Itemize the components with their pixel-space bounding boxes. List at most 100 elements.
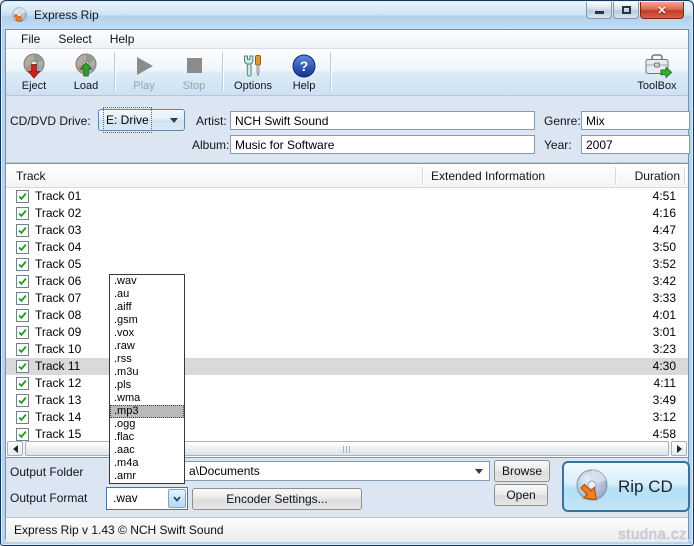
menu-help[interactable]: Help <box>101 31 144 47</box>
format-option[interactable]: .amr <box>110 470 184 483</box>
year-field[interactable] <box>581 135 690 154</box>
format-option[interactable]: .wav <box>110 275 184 288</box>
format-option[interactable]: .pls <box>110 379 184 392</box>
eject-button[interactable]: Eject <box>10 51 58 94</box>
track-checkbox[interactable] <box>16 224 29 237</box>
track-duration: 3:49 <box>652 393 676 407</box>
app-window: Express Rip ✕ File Select Help Eject Loa… <box>0 0 694 546</box>
disc-info-panel: CD/DVD Drive: E: Drive Artist: Album: Ge… <box>6 96 690 163</box>
column-divider[interactable] <box>684 167 685 185</box>
toolbar-separator <box>330 52 331 91</box>
format-option[interactable]: .ogg <box>110 418 184 431</box>
menu-file[interactable]: File <box>12 31 49 47</box>
track-checkbox[interactable] <box>16 360 29 373</box>
format-dropdown-list[interactable]: .wav .au .aiff .gsm .vox .raw .rss .m3u .pls .wma… <box>109 274 185 484</box>
track-label: Track 03 <box>35 223 82 237</box>
encoder-settings-label: Encoder Settings... <box>226 492 328 506</box>
load-label: Load <box>73 80 99 92</box>
track-checkbox[interactable] <box>16 377 29 390</box>
scrollbar-grip <box>343 446 352 453</box>
output-format-combobox[interactable]: .wav <box>106 487 188 510</box>
help-button[interactable]: ? Help <box>282 51 326 94</box>
format-option[interactable]: .m3u <box>110 366 184 379</box>
eject-label: Eject <box>21 80 47 92</box>
chevron-down-icon <box>475 469 483 474</box>
format-option[interactable]: .rss <box>110 353 184 366</box>
format-option[interactable]: .aiff <box>110 301 184 314</box>
load-button[interactable]: Load <box>62 51 110 94</box>
format-option[interactable]: .aac <box>110 444 184 457</box>
table-row[interactable]: Track 01 4:51 <box>6 188 688 205</box>
album-label: Album: <box>192 138 230 152</box>
window-title: Express Rip <box>34 8 99 22</box>
scroll-right-button[interactable] <box>671 441 687 456</box>
track-checkbox[interactable] <box>16 428 29 441</box>
browse-button[interactable]: Browse <box>494 460 550 482</box>
rip-cd-button[interactable]: Rip CD <box>562 461 690 512</box>
column-extended-info[interactable]: Extended Information <box>431 164 545 188</box>
track-label: Track 12 <box>35 376 82 390</box>
track-label: Track 04 <box>35 240 82 254</box>
artist-label: Artist: <box>196 114 227 128</box>
format-dropdown-button[interactable] <box>168 489 186 508</box>
artist-field[interactable] <box>230 111 535 130</box>
column-duration[interactable]: Duration <box>616 164 680 188</box>
format-option[interactable]: .gsm <box>110 314 184 327</box>
table-row[interactable]: Track 04 3:50 <box>6 239 688 256</box>
eject-cd-icon <box>23 53 45 79</box>
format-option[interactable]: .mp3 <box>110 405 184 418</box>
track-duration: 4:11 <box>653 376 676 390</box>
track-checkbox[interactable] <box>16 411 29 424</box>
close-button[interactable]: ✕ <box>640 2 684 19</box>
table-row[interactable]: Track 03 4:47 <box>6 222 688 239</box>
svg-text:?: ? <box>300 58 309 74</box>
track-duration: 3:42 <box>652 274 676 288</box>
track-checkbox[interactable] <box>16 258 29 271</box>
table-row[interactable]: Track 05 3:52 <box>6 256 688 273</box>
genre-label: Genre: <box>544 114 581 128</box>
album-field[interactable] <box>230 135 535 154</box>
track-label: Track 14 <box>35 410 82 424</box>
track-checkbox[interactable] <box>16 343 29 356</box>
open-button[interactable]: Open <box>494 484 548 506</box>
genre-field[interactable] <box>581 111 690 130</box>
title-bar[interactable]: Express Rip ✕ <box>2 2 692 29</box>
format-option[interactable]: .au <box>110 288 184 301</box>
browse-label: Browse <box>501 464 542 478</box>
load-cd-icon <box>75 53 97 77</box>
toolbar: Eject Load Play Stop Options ? Help Tool… <box>6 49 688 96</box>
track-duration: 3:23 <box>652 342 676 356</box>
drive-label: CD/DVD Drive: <box>10 114 91 128</box>
track-checkbox[interactable] <box>16 190 29 203</box>
track-checkbox[interactable] <box>16 309 29 322</box>
track-duration: 4:51 <box>652 189 676 203</box>
format-option[interactable]: .flac <box>110 431 184 444</box>
track-duration: 4:01 <box>652 308 676 322</box>
track-checkbox[interactable] <box>16 275 29 288</box>
column-track[interactable]: Track <box>16 164 46 188</box>
format-option[interactable]: .wma <box>110 392 184 405</box>
encoder-settings-button[interactable]: Encoder Settings... <box>192 488 362 510</box>
table-row[interactable]: Track 02 4:16 <box>6 205 688 222</box>
track-checkbox[interactable] <box>16 241 29 254</box>
drive-select[interactable]: E: Drive <box>98 107 185 133</box>
track-label: Track 13 <box>35 393 82 407</box>
play-button: Play <box>120 51 168 94</box>
maximize-button[interactable] <box>613 2 639 19</box>
toolbox-button[interactable]: ToolBox <box>628 51 686 94</box>
format-option[interactable]: .m4a <box>110 457 184 470</box>
play-icon <box>137 57 153 75</box>
menu-select[interactable]: Select <box>49 31 100 47</box>
minimize-button[interactable] <box>586 2 612 19</box>
scroll-left-button[interactable] <box>7 441 23 456</box>
track-checkbox[interactable] <box>16 326 29 339</box>
menu-bar: File Select Help <box>6 30 688 49</box>
format-option[interactable]: .raw <box>110 340 184 353</box>
format-option[interactable]: .vox <box>110 327 184 340</box>
track-checkbox[interactable] <box>16 394 29 407</box>
output-format-value: .wav <box>113 491 138 505</box>
track-checkbox[interactable] <box>16 292 29 305</box>
options-button[interactable]: Options <box>226 51 280 94</box>
column-divider[interactable] <box>422 167 423 185</box>
track-checkbox[interactable] <box>16 207 29 220</box>
